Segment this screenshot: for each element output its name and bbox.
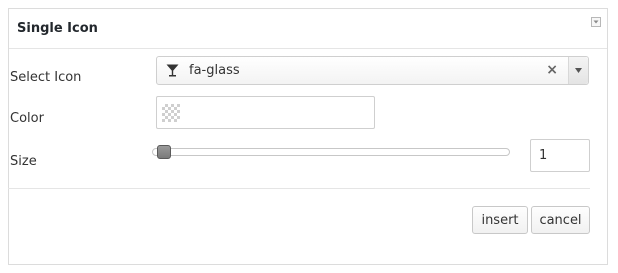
clear-icon[interactable]: × [546, 62, 558, 78]
glass-icon [166, 64, 179, 77]
collapse-arrow-icon[interactable] [591, 17, 601, 27]
select-icon-label: Select Icon [10, 70, 82, 85]
size-label: Size [10, 154, 37, 169]
panel-title: Single Icon [17, 21, 98, 36]
color-label: Color [10, 111, 44, 126]
panel-header: Single Icon [9, 9, 607, 49]
transparent-swatch-icon[interactable] [162, 104, 180, 122]
insert-button[interactable]: insert [472, 206, 528, 234]
icon-select-value: fa-glass [189, 63, 240, 78]
size-input[interactable] [530, 139, 590, 172]
color-picker-field[interactable] [156, 96, 375, 129]
size-slider-track[interactable] [152, 148, 510, 156]
dropdown-arrow-icon[interactable] [569, 57, 588, 84]
icon-select[interactable]: fa-glass × [156, 56, 589, 85]
size-slider-handle[interactable] [157, 145, 171, 159]
form-divider [8, 188, 590, 189]
cancel-button[interactable]: cancel [531, 206, 590, 234]
